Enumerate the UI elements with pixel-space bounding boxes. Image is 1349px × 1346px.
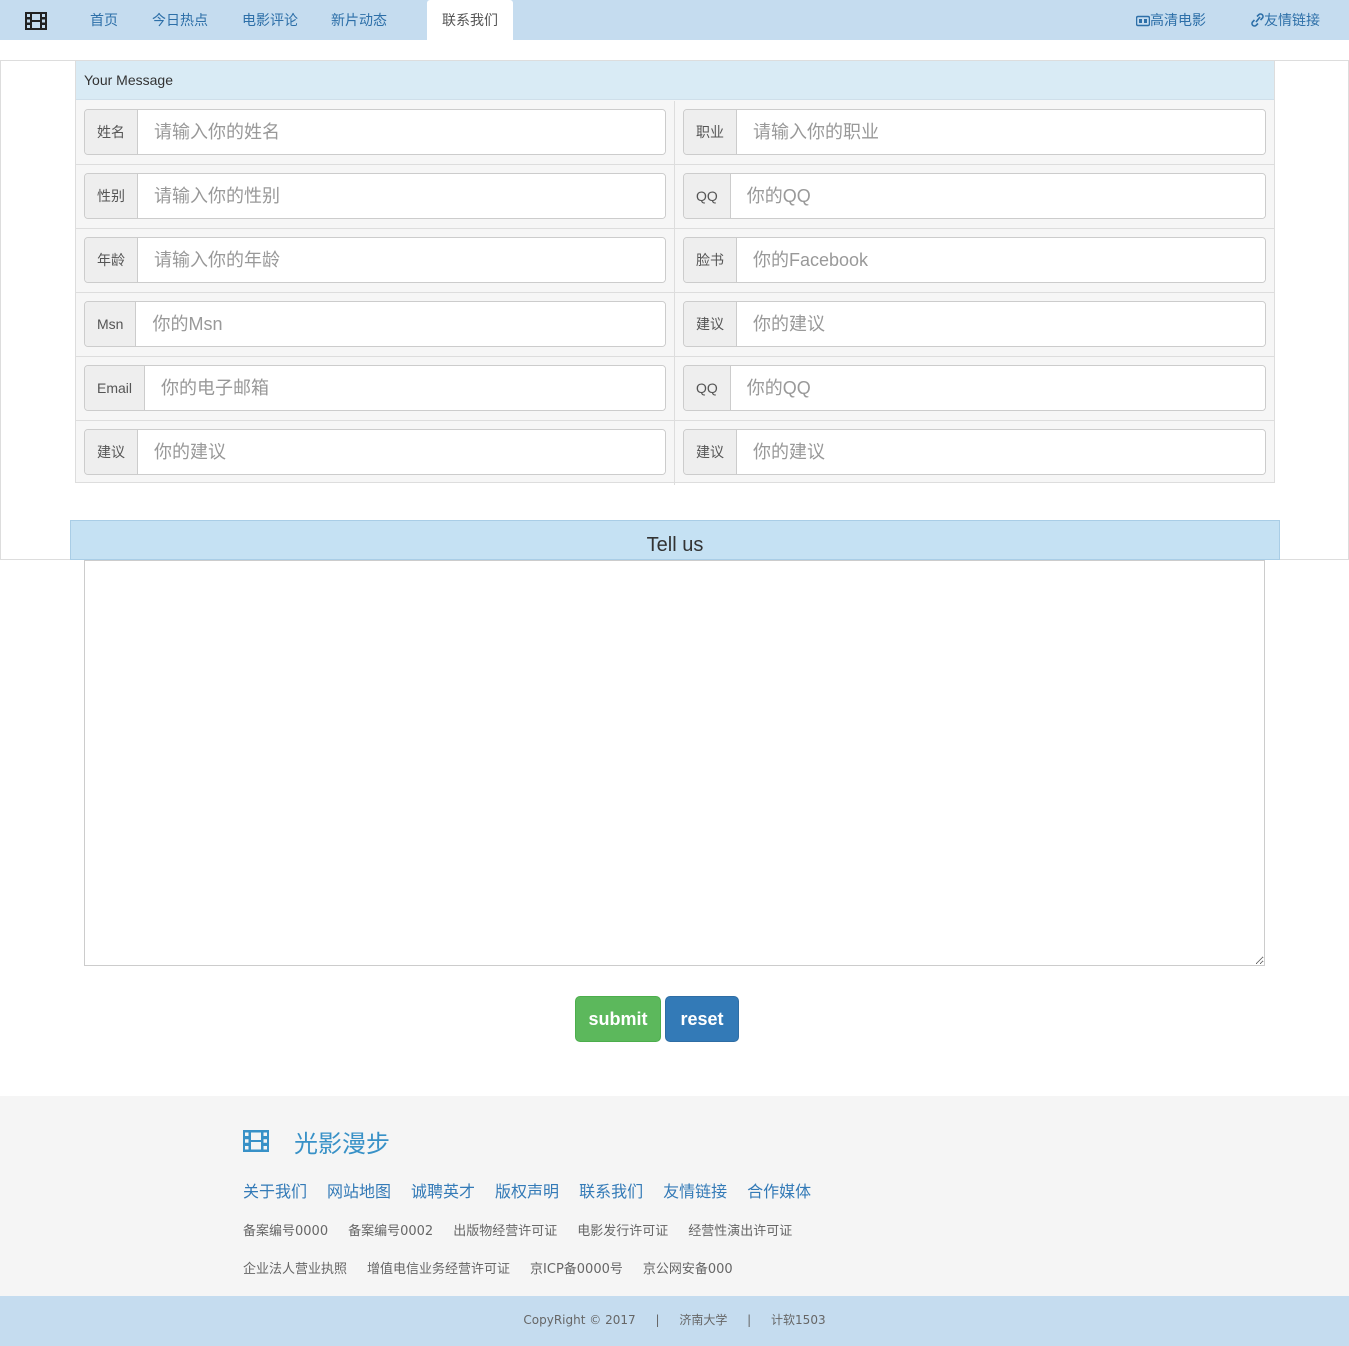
suggestion-label: 建议: [684, 302, 737, 346]
license-text: 增值电信业务经营许可证: [367, 1262, 511, 1277]
gender-label: 性别: [85, 174, 138, 218]
qq-input[interactable]: [730, 366, 1265, 410]
form-cell: 建议: [675, 293, 1274, 357]
form-cell: 性别: [76, 165, 675, 229]
suggestion-input[interactable]: [737, 302, 1265, 346]
footer: 光影漫步 关于我们 网站地图 诚聘英才 版权声明 联系我们 友情链接 合作媒体 …: [0, 1096, 1349, 1296]
name-label: 姓名: [85, 110, 138, 154]
footer-link-copyright[interactable]: 版权声明: [495, 1178, 559, 1202]
facebook-label: 脸书: [684, 238, 737, 282]
qq-label: QQ: [684, 174, 731, 218]
email-input[interactable]: [145, 366, 665, 410]
form-cell: 职业: [675, 101, 1274, 165]
nav-today-hot[interactable]: 今日热点: [152, 0, 208, 40]
license-text: 出版物经营许可证: [453, 1224, 558, 1239]
suggestion-input-group: 建议: [84, 429, 666, 475]
submit-button[interactable]: submit: [575, 996, 661, 1042]
separator: |: [747, 1313, 752, 1327]
nav-hd-movies[interactable]: 高清电影: [1135, 0, 1206, 40]
facebook-input[interactable]: [737, 238, 1265, 282]
copyright-bar: CopyRight © 2017 | 济南大学 | 计软1503: [0, 1296, 1349, 1346]
suggestion-label: 建议: [684, 430, 737, 474]
film-icon[interactable]: [25, 12, 47, 30]
qq-input-group: QQ: [683, 365, 1266, 411]
separator: |: [655, 1313, 660, 1327]
qq-input[interactable]: [730, 174, 1265, 218]
class-name: 计软1503: [771, 1313, 826, 1327]
nav-friend-links[interactable]: 友情链接: [1251, 0, 1320, 40]
school-name: 济南大学: [679, 1313, 728, 1327]
license-text: 备案编号0002: [348, 1224, 434, 1239]
age-input-group: 年龄: [84, 237, 666, 283]
form-cell: 建议: [675, 421, 1274, 485]
msn-label: Msn: [85, 302, 137, 346]
age-label: 年龄: [85, 238, 138, 282]
gender-input-group: 性别: [84, 173, 666, 219]
nav-friend-links-label: 友情链接: [1264, 13, 1320, 29]
film-icon: [243, 1130, 269, 1152]
suggestion-input[interactable]: [737, 430, 1265, 474]
message-panel: Your Message 姓名 职业 性别 QQ 年龄 脸: [75, 60, 1275, 485]
qq-label: QQ: [684, 366, 731, 410]
license-text: 电影发行许可证: [577, 1224, 669, 1239]
form-cell: 建议: [76, 421, 675, 485]
footer-license-row: 备案编号0000 备案编号0002 出版物经营许可证 电影发行许可证 经营性演出…: [243, 1220, 792, 1239]
footer-site-title: 光影漫步: [294, 1130, 390, 1158]
name-input-group: 姓名: [84, 109, 666, 155]
msn-input[interactable]: [136, 302, 665, 346]
suggestion-label: 建议: [85, 430, 138, 474]
form-cell: 脸书: [675, 229, 1274, 293]
email-input-group: Email: [84, 365, 666, 411]
nav-contact-us[interactable]: 联系我们: [427, 0, 513, 42]
license-text: 企业法人营业执照: [243, 1262, 348, 1277]
footer-link-contact[interactable]: 联系我们: [579, 1178, 643, 1202]
suggestion-input-group: 建议: [683, 301, 1266, 347]
message-panel-heading: Your Message: [76, 61, 1274, 100]
occupation-input-group: 职业: [683, 109, 1266, 155]
footer-license-row: 企业法人营业执照 增值电信业务经营许可证 京ICP备0000号 京公网安备000: [243, 1258, 733, 1277]
footer-link-friends[interactable]: 友情链接: [663, 1178, 727, 1202]
occupation-label: 职业: [684, 110, 737, 154]
form-cell: Email: [76, 357, 675, 421]
tell-us-heading: Tell us: [70, 520, 1280, 560]
license-text: 经营性演出许可证: [688, 1224, 793, 1239]
qq-input-group: QQ: [683, 173, 1266, 219]
form-cell: QQ: [675, 357, 1274, 421]
tell-us-textarea[interactable]: [84, 560, 1265, 966]
nav-movie-reviews[interactable]: 电影评论: [242, 0, 298, 40]
nav-new-releases[interactable]: 新片动态: [331, 0, 387, 40]
form-cell: QQ: [675, 165, 1274, 229]
hd-video-icon: [1135, 13, 1151, 29]
nav-home[interactable]: 首页: [90, 0, 118, 40]
age-input[interactable]: [138, 238, 665, 282]
link-icon: [1251, 13, 1264, 29]
footer-link-about[interactable]: 关于我们: [243, 1178, 307, 1202]
suggestion-input[interactable]: [138, 430, 665, 474]
license-text: 备案编号0000: [243, 1224, 329, 1239]
form-cell: 姓名: [76, 101, 675, 165]
footer-link-careers[interactable]: 诚聘英才: [411, 1178, 475, 1202]
facebook-input-group: 脸书: [683, 237, 1266, 283]
msn-input-group: Msn: [84, 301, 666, 347]
footer-link-partners[interactable]: 合作媒体: [747, 1178, 811, 1202]
email-label: Email: [85, 366, 146, 410]
license-text: 京公网安备000: [642, 1262, 733, 1277]
top-navbar: 首页 今日热点 电影评论 新片动态 联系我们 高清电影 友情链接: [0, 0, 1349, 42]
copyright-text: CopyRight © 2017: [523, 1313, 636, 1327]
form-cell: 年龄: [76, 229, 675, 293]
form-cell: Msn: [76, 293, 675, 357]
suggestion-input-group: 建议: [683, 429, 1266, 475]
occupation-input[interactable]: [737, 110, 1265, 154]
footer-link-sitemap[interactable]: 网站地图: [327, 1178, 391, 1202]
nav-hd-movies-label: 高清电影: [1150, 13, 1206, 29]
footer-links: 关于我们 网站地图 诚聘英才 版权声明 联系我们 友情链接 合作媒体: [243, 1178, 811, 1202]
gender-input[interactable]: [138, 174, 665, 218]
name-input[interactable]: [138, 110, 665, 154]
license-text: 京ICP备0000号: [530, 1262, 623, 1277]
reset-button[interactable]: reset: [665, 996, 739, 1042]
